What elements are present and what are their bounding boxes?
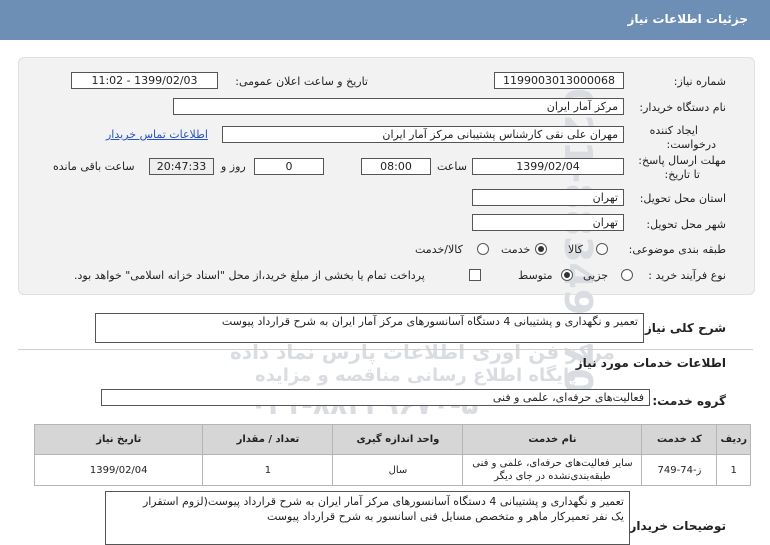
cell-row-number: 1 [716,454,751,486]
buyer-notes-line-2: یک نفر تعمیرکار ماهر و متخصص مسایل فنی ا… [267,510,624,523]
category-radio-goods[interactable] [596,243,608,255]
buyer-notes-label: توضیحات خریدار: [624,519,726,533]
buyer-notes-field: تعمیر و نگهداری و پشتیبانی 4 دستگاه آسان… [105,491,630,545]
announce-datetime-field: 1399/02/03 - 11:02 [71,72,218,89]
services-heading: اطلاعات خدمات مورد نیاز [575,356,726,370]
summary-label: شرح کلی نیاز: [640,321,726,335]
city-field: تهران [472,214,624,231]
category-radio-service[interactable] [535,243,547,255]
purchase-radio-medium[interactable] [561,269,573,281]
service-group-field: فعالیت‌های حرفه‌ای، علمی و فنی [101,389,650,406]
buyer-org-label: نام دستگاه خریدار: [639,101,726,114]
remaining-time-field: 20:47:33 [149,158,214,175]
days-remaining-field: 0 [254,158,324,175]
category-option-goods-service: کالا/خدمت [415,243,463,256]
col-need-date: تاریخ نیاز [33,424,204,455]
deadline-time-label: ساعت [437,160,467,173]
treasury-payment-note: پرداخت تمام یا بخشی از مبلغ خرید،از محل … [74,269,425,282]
remaining-label: ساعت باقی مانده [53,160,135,173]
requester-label-1: ایجاد کننده [649,124,698,137]
category-radio-goods-service[interactable] [477,243,489,255]
col-quantity: تعداد / مقدار [202,424,334,455]
requester-label-2: درخواست: [666,138,716,151]
deadline-date-field: 1399/02/04 [472,158,624,175]
city-label: شهر محل تحویل: [646,218,726,231]
category-label: طبقه بندی موضوعی: [628,243,726,256]
purchase-option-medium: متوسط [518,269,553,282]
service-group-label: گروه خدمت: [652,394,726,408]
watermark-line2: پایگاه اطلاع رسانی مناقصه و مزایده [255,365,577,386]
buyer-notes-line-1: تعمیر و نگهداری و پشتیبانی 4 دستگاه آسان… [142,495,624,508]
cell-need-date: 1399/02/04 [33,454,204,486]
col-service-name: نام خدمت [462,424,643,455]
deadline-label-1: مهلت ارسال پاسخ: [638,154,726,167]
services-table: ردیف کد خدمت نام خدمت واحد اندازه گیری ت… [33,424,751,486]
deadline-label-2: تا تاریخ: [664,168,700,181]
table-header-row: ردیف کد خدمت نام خدمت واحد اندازه گیری ت… [33,424,751,455]
divider [18,349,753,350]
table-row: 1 ز-74-749 سایر فعالیت‌های حرفه‌ای، علمی… [33,454,751,486]
purchase-type-label: نوع فرآیند خرید : [648,269,726,282]
watermark-tagline: مرکز فن آوری اطلاعات پارس نماد داده [230,340,616,364]
category-option-goods: کالا [568,243,583,256]
col-row-number: ردیف [716,424,751,455]
buyer-org-field: مرکز آمار ایران [173,98,624,115]
page-title: جزئیات اطلاعات نیاز [627,12,748,26]
cell-unit: سال [332,454,464,486]
days-label: روز و [221,160,246,173]
requester-field: مهران علی نقی کارشناس پشتیبانی مرکز آمار… [222,126,624,143]
purchase-option-minor: جزیی [583,269,609,282]
category-option-service: خدمت [501,243,531,256]
treasury-payment-checkbox[interactable] [469,269,481,281]
col-service-code: کد خدمت [641,424,718,455]
buyer-contact-link[interactable]: اطلاعات تماس خریدار [106,128,208,141]
cell-service-name: سایر فعالیت‌های حرفه‌ای، علمی و فنی طبقه… [462,454,643,486]
announce-datetime-label: تاریخ و ساعت اعلان عمومی: [235,75,368,88]
col-unit: واحد اندازه گیری [332,424,464,455]
title-bar: جزئیات اطلاعات نیاز [0,0,770,40]
need-number-label: شماره نیاز: [673,75,726,88]
cell-quantity: 1 [202,454,334,486]
cell-service-code: ز-74-749 [641,454,718,486]
need-info-panel [18,57,755,295]
province-label: استان محل تحویل: [639,192,726,205]
deadline-time-field: 08:00 [361,158,431,175]
need-number-field: 1199003013000068 [494,72,624,89]
province-field: تهران [472,189,624,206]
summary-field: تعمیر و نگهداری و پشتیبانی 4 دستگاه آسان… [95,313,644,343]
purchase-radio-minor[interactable] [621,269,633,281]
